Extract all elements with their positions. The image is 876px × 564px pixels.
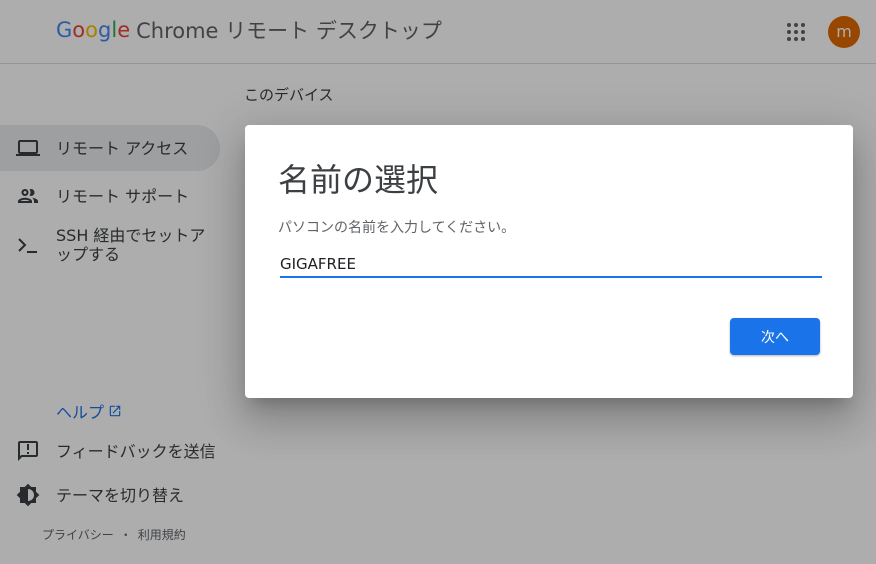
name-dialog: 名前の選択 パソコンの名前を入力してください。 次へ — [245, 125, 853, 398]
dialog-description: パソコンの名前を入力してください。 — [278, 220, 516, 236]
computer-name-input[interactable] — [280, 252, 822, 278]
next-button[interactable]: 次へ — [730, 318, 820, 355]
dialog-title: 名前の選択 — [278, 161, 439, 199]
